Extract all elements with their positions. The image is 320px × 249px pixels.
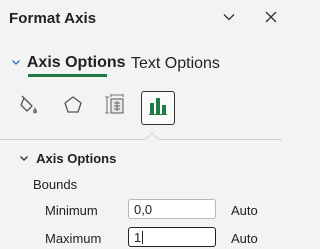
tab-text-options[interactable]: Text Options: [131, 55, 220, 73]
chevron-down-icon: [11, 54, 23, 72]
minimum-auto-button[interactable]: Auto: [231, 203, 258, 218]
bounds-label: Bounds: [33, 177, 78, 192]
section-divider: [0, 139, 282, 140]
maximum-auto-button[interactable]: Auto: [231, 231, 258, 246]
section-header-axis-options[interactable]: Axis Options: [19, 151, 116, 166]
minimum-value: 0,0: [134, 202, 153, 217]
close-icon[interactable]: [264, 10, 278, 24]
maximum-input[interactable]: 1: [128, 227, 216, 247]
tab-axis-options[interactable]: Axis Options: [11, 54, 126, 72]
minimum-label: Minimum: [45, 203, 98, 218]
active-tab-pointer: [144, 132, 160, 146]
maximum-value: 1: [134, 230, 142, 245]
effects-pentagon-icon: [62, 94, 84, 121]
effects-tab[interactable]: [58, 90, 88, 124]
active-tab-indicator: [28, 74, 107, 77]
size-properties-tab[interactable]: [100, 90, 130, 124]
axis-options-bar-icon: [147, 95, 169, 122]
axis-options-tab[interactable]: [141, 91, 175, 125]
text-caret: [142, 231, 144, 244]
minimum-input[interactable]: 0,0: [128, 199, 216, 219]
tab-label: Axis Options: [26, 54, 126, 71]
section-title: Axis Options: [36, 151, 117, 166]
pane-title: Format Axis: [9, 10, 97, 27]
chevron-down-icon: [19, 151, 33, 166]
fill-line-icon: [18, 94, 40, 121]
fill-line-tab[interactable]: [14, 90, 44, 124]
chevron-down-icon[interactable]: [222, 10, 236, 24]
size-properties-icon: [104, 93, 126, 121]
maximum-label: Maximum: [45, 231, 102, 246]
